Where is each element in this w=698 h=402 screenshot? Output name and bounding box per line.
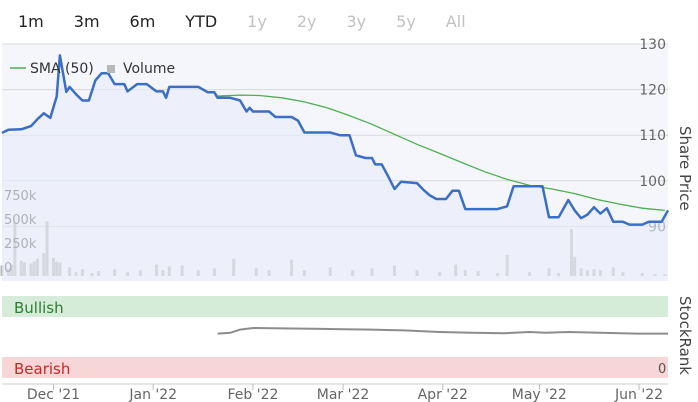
x-tick-label: Feb '22 — [228, 387, 279, 402]
x-tick-label: Jan '22 — [128, 387, 177, 402]
legend-sma-label[interactable]: SMA (50) — [30, 61, 94, 77]
bearish-label: Bearish — [14, 360, 70, 378]
stockrank-line — [217, 326, 668, 335]
legend-volume-swatch — [107, 65, 115, 73]
price-tick-label: 110 — [639, 128, 666, 144]
price-tick-label: 120 — [639, 83, 666, 99]
stockrank-zero-label: 0 — [658, 362, 666, 377]
x-tick-label: Jun '22 — [614, 387, 663, 402]
price-tick-label: 100 — [639, 174, 666, 190]
bullish-label: Bullish — [14, 299, 64, 317]
bullish-band — [2, 296, 668, 317]
x-tick-label: May '22 — [512, 387, 567, 402]
stock-chart-widget: 1m 3m 6m YTD 1y 2y 3y 5y All 0250k500k75… — [0, 0, 698, 402]
price-chart-svg: 0250k500k750k 90100110120130 Share Price… — [0, 37, 694, 402]
bearish-band — [2, 357, 668, 378]
share-price-axis-title: Share Price — [676, 126, 694, 211]
x-tick-label: Dec '21 — [27, 387, 80, 402]
price-tick-label: 130 — [639, 37, 666, 53]
x-tick-label: Mar '22 — [317, 387, 370, 402]
x-tick-label: Apr '22 — [418, 387, 468, 402]
x-axis-ticks: Dec '21 Jan '22 Feb '22 Mar '22 Apr '22 May '… — [27, 384, 663, 402]
legend-volume-label[interactable]: Volume — [123, 61, 175, 77]
chart-legend: SMA (50) Volume — [10, 61, 175, 77]
stockrank-axis-title: StockRank — [676, 296, 694, 375]
